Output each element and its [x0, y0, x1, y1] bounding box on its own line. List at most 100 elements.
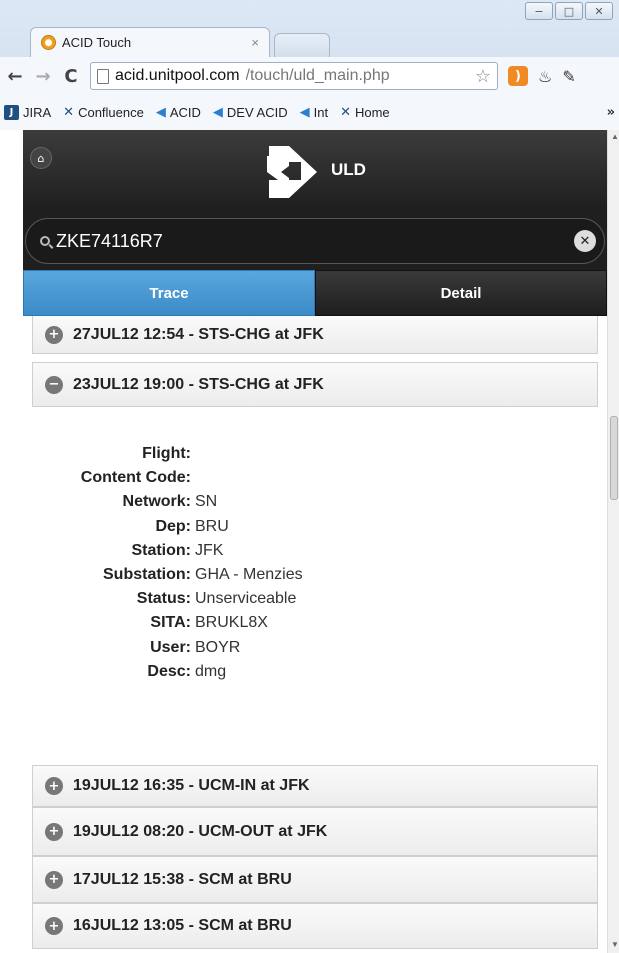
event-label: 19JUL12 08:20 - UCM-OUT at JFK [73, 822, 328, 840]
bookmark-jira[interactable]: J JIRA [4, 105, 51, 120]
detail-label: Dep: [155, 517, 191, 535]
detail-row: Status: Unserviceable [23, 587, 607, 611]
detail-row: Station: JFK [23, 539, 607, 563]
acid-icon: ◀ [155, 105, 166, 120]
tab-strip: ● ACID Touch × [30, 27, 510, 57]
event-label: 19JUL12 16:35 - UCM-IN at JFK [73, 777, 310, 794]
event-label: 27JUL12 12:54 - STS-CHG at JFK [73, 325, 324, 343]
trace-content: + 27JUL12 12:54 - STS-CHG at JFK − 23JUL… [23, 316, 607, 953]
clear-icon[interactable]: ✕ [574, 230, 596, 252]
bookmarks-overflow-icon[interactable]: » [607, 105, 615, 120]
event-item[interactable]: + 19JUL12 16:35 - UCM-IN at JFK [32, 765, 598, 807]
extension-flame-icon[interactable]: ♨ [538, 67, 552, 86]
event-label: 17JUL12 15:38 - SCM at BRU [73, 870, 292, 888]
detail-label: Desc: [147, 662, 191, 680]
tab-close-icon[interactable]: × [251, 35, 259, 50]
detail-row: Content Code: [23, 466, 607, 490]
collapse-icon: − [45, 375, 63, 394]
rss-icon[interactable]: ) [508, 66, 528, 86]
close-window-button[interactable]: ✕ [585, 2, 613, 20]
browser-chrome: − □ ✕ ● ACID Touch × ← → C acid.unitpool… [0, 0, 619, 130]
bookmark-acid[interactable]: ◀ ACID [156, 105, 201, 120]
new-tab-button[interactable] [274, 33, 330, 57]
detail-row: User: BOYR [23, 636, 607, 660]
search-input[interactable] [56, 230, 568, 252]
bookmark-home[interactable]: ✕ Home [340, 105, 390, 120]
detail-label: Status: [136, 590, 191, 608]
detail-value: Unserviceable [195, 590, 297, 608]
scroll-up-icon[interactable]: ▲ [611, 132, 619, 141]
search-icon [40, 236, 50, 246]
event-label: 23JUL12 19:00 - STS-CHG at JFK [73, 375, 324, 393]
browser-tab[interactable]: ● ACID Touch × [30, 27, 270, 57]
expand-icon: + [45, 822, 63, 841]
url-host: acid.unitpool.com [115, 67, 240, 84]
scroll-thumb[interactable] [610, 416, 618, 500]
url-path: /touch/uld_main.php [245, 67, 390, 84]
detail-label: Substation: [103, 566, 191, 584]
expand-icon: + [45, 325, 63, 344]
expand-icon: + [45, 777, 63, 795]
tab-title: ACID Touch [62, 35, 132, 50]
back-icon[interactable]: ← [6, 66, 24, 87]
event-item-expanded[interactable]: − 23JUL12 19:00 - STS-CHG at JFK [32, 362, 598, 407]
detail-value: BRUKL8X [195, 614, 268, 632]
page-margin [0, 130, 23, 953]
page-icon [97, 68, 109, 84]
detail-row: Desc: dmg [23, 660, 607, 684]
wrench-icon[interactable]: ✎ [562, 67, 575, 86]
detail-value: JFK [195, 541, 224, 559]
event-item[interactable]: + 19JUL12 08:20 - UCM-OUT at JFK [32, 807, 598, 856]
event-label: 16JUL12 13:05 - SCM at BRU [73, 917, 292, 934]
maximize-button[interactable]: □ [555, 2, 583, 20]
expand-icon: + [45, 870, 63, 889]
forward-icon[interactable]: → [34, 66, 52, 87]
bookmark-star-icon[interactable]: ☆ [475, 66, 491, 87]
search-field[interactable]: ✕ [25, 218, 605, 264]
search-bar: ✕ [23, 212, 607, 270]
event-details: Flight: Content Code: Network: SN Dep: BRU… [23, 442, 607, 684]
expand-icon: + [45, 917, 63, 935]
detail-label: Network: [122, 493, 191, 511]
detail-label: Flight: [142, 445, 191, 463]
favicon-icon: ● [41, 35, 56, 50]
detail-label: User: [150, 638, 191, 656]
navigation-bar: ← → C acid.unitpool.com/touch/uld_main.p… [0, 57, 619, 95]
confluence-icon: ✕ [63, 105, 75, 120]
app-header: ⌂ ULD [23, 130, 607, 212]
event-item[interactable]: + 16JUL12 13:05 - SCM at BRU [32, 903, 598, 949]
acid-icon: ◀ [212, 105, 223, 120]
tab-trace[interactable]: Trace [23, 270, 315, 316]
reload-icon[interactable]: C [62, 66, 80, 87]
view-tabs: Trace Detail [23, 270, 607, 316]
acid-logo-icon [267, 146, 317, 198]
window-controls: − □ ✕ [525, 2, 613, 20]
detail-label: Station: [131, 541, 191, 559]
bookmark-confluence[interactable]: ✕ Confluence [63, 105, 144, 120]
detail-value: SN [195, 493, 218, 511]
detail-row: SITA: BRUKL8X [23, 611, 607, 635]
detail-value: GHA - Menzies [195, 566, 303, 584]
bookmark-dev-acid[interactable]: ◀ DEV ACID [213, 105, 288, 120]
detail-value: dmg [195, 662, 227, 680]
bookmarks-bar: J JIRA ✕ Confluence ◀ ACID ◀ DEV ACID ◀ Int ✕… [0, 95, 619, 130]
scroll-down-icon[interactable]: ▼ [611, 940, 619, 949]
event-item[interactable]: + 27JUL12 12:54 - STS-CHG at JFK [32, 316, 598, 354]
detail-label: SITA: [150, 614, 191, 632]
event-item[interactable]: + 17JUL12 15:38 - SCM at BRU [32, 856, 598, 903]
home-icon[interactable]: ⌂ [30, 147, 52, 169]
tab-detail[interactable]: Detail [315, 270, 607, 316]
confluence-icon: ✕ [340, 105, 351, 120]
detail-value: BOYR [195, 638, 241, 656]
address-bar[interactable]: acid.unitpool.com/touch/uld_main.php ☆ [90, 62, 498, 90]
jira-icon: J [4, 105, 19, 120]
minimize-button[interactable]: − [525, 2, 553, 20]
page-scrollbar[interactable]: ▲ ▼ [607, 130, 619, 953]
detail-row: Substation: GHA - Menzies [23, 563, 607, 587]
bookmark-int[interactable]: ◀ Int [300, 105, 328, 120]
detail-value: BRU [195, 517, 229, 535]
acid-icon: ◀ [299, 105, 310, 120]
app-title: ULD [331, 160, 366, 179]
detail-row: Flight: [23, 442, 607, 466]
detail-row: Dep: BRU [23, 515, 607, 539]
